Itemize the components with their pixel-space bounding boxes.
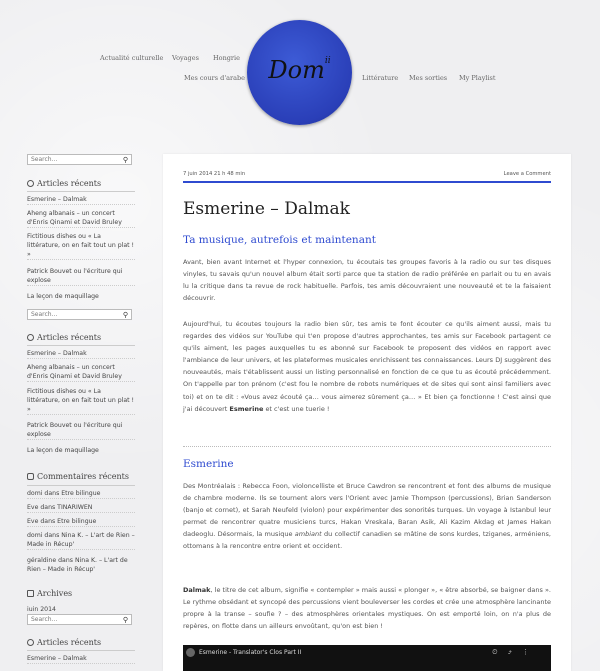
nav-litterature[interactable]: Littérature [362, 74, 398, 82]
recent-posts-title: Articles récents [27, 179, 101, 188]
recent-comments-title: Commentaires récents [27, 472, 129, 481]
section-heading: Ta musique, autrefois et maintenant [183, 234, 376, 246]
search-icon[interactable]: ⚲ [123, 156, 128, 164]
sidebar-recent-item[interactable]: La leçon de maquillage [27, 292, 135, 301]
leave-comment-link[interactable]: Leave a Comment [504, 171, 551, 177]
sidebar-recent-item[interactable]: Patrick Bouvet ou l'écriture qui explose [27, 421, 135, 440]
post-date: 7 juin 2014 21 h 48 min [183, 171, 246, 177]
nav-hongrie[interactable]: Hongrie [213, 54, 240, 62]
divider [27, 650, 135, 651]
sidebar-archive-item[interactable]: juin 2014 [27, 605, 135, 611]
divider [27, 345, 135, 346]
nav-mes-sorties[interactable]: Mes sorties [409, 74, 447, 82]
search-icon[interactable]: ⚲ [123, 616, 128, 624]
comment-icon [27, 473, 34, 480]
sidebar-comment-item[interactable]: Eve dans TINARIWEN [27, 503, 135, 513]
paragraph: Dalmak, le titre de cet album, signifie … [183, 586, 551, 631]
sidebar-recent-item[interactable]: La leçon de maquillage [27, 446, 135, 455]
sidebar-comment-item[interactable]: géraldine dans Nina K. – L'art de Rien –… [27, 556, 135, 574]
paragraph: Des Montréalais : Rebecca Foon, violonce… [183, 482, 551, 551]
section-heading: Esmerine [183, 458, 234, 470]
accent-bar [183, 181, 551, 183]
nav-voyages[interactable]: Voyages [172, 54, 199, 62]
channel-avatar [186, 648, 195, 657]
sidebar-comment-item[interactable]: Eve dans Etre bilingue [27, 517, 135, 527]
sidebar-recent-item[interactable]: Esmerine – Dalmak [27, 654, 135, 664]
sidebar-recent-item[interactable]: Fictitious dishes ou « La littérature, o… [27, 232, 135, 260]
search-icon[interactable]: ⚲ [123, 311, 128, 319]
divider [27, 485, 135, 486]
clock-icon [27, 334, 34, 341]
clock-icon [27, 180, 34, 187]
sidebar-recent-item[interactable]: Aheng albanais – un concert d'Enris Qina… [27, 209, 135, 228]
sidebar-recent-item[interactable]: Fictitious dishes ou « La littérature, o… [27, 387, 135, 415]
sidebar-recent-item[interactable]: Aheng albanais – un concert d'Enris Qina… [27, 363, 135, 382]
sidebar-recent-item[interactable]: Esmerine – Dalmak [27, 349, 135, 359]
sidebar-comment-item[interactable]: domi dans Etre bilingue [27, 489, 135, 499]
logo-text: Domii [268, 56, 331, 84]
folder-icon [27, 590, 34, 597]
sidebar-comment-item[interactable]: domi dans Nina K. – L'art de Rien – Made… [27, 531, 135, 550]
archives-title: Archives [27, 589, 72, 598]
paragraph: Avant, bien avant Internet et l'hyper co… [183, 258, 551, 303]
recent-posts-title: Articles récents [27, 638, 101, 647]
sidebar-recent-item[interactable]: Patrick Bouvet ou l'écriture qui explose [27, 267, 135, 286]
recent-posts-title: Articles récents [27, 333, 101, 342]
clock-icon [27, 639, 34, 646]
search-input[interactable]: Search... ⚲ [27, 154, 132, 165]
video-title[interactable]: Esmerine - Translator's Clos Part II [199, 649, 301, 656]
post-article: 7 juin 2014 21 h 48 min Leave a Comment … [163, 154, 571, 671]
sidebar-recent-item[interactable]: Esmerine – Dalmak [27, 195, 135, 205]
post-title: Esmerine – Dalmak [183, 199, 350, 219]
divider [183, 446, 551, 447]
nav-actualite[interactable]: Actualité culturelle [100, 54, 163, 62]
video-controls-icons[interactable]: ⏲ ⤴ ⋮ [492, 648, 533, 657]
search-input[interactable]: Search... ⚲ [27, 614, 132, 625]
divider [27, 191, 135, 192]
video-embed[interactable]: Esmerine - Translator's Clos Part II ⏲ ⤴… [183, 645, 551, 671]
nav-cours-arabe[interactable]: Mes cours d'arabe [184, 74, 245, 82]
paragraph: Aujourd'hui, tu écoutes toujours la radi… [183, 320, 551, 413]
nav-my-playlist[interactable]: My Playlist [459, 74, 496, 82]
search-input[interactable]: Search... ⚲ [27, 309, 132, 320]
site-logo[interactable]: Domii [247, 20, 352, 125]
